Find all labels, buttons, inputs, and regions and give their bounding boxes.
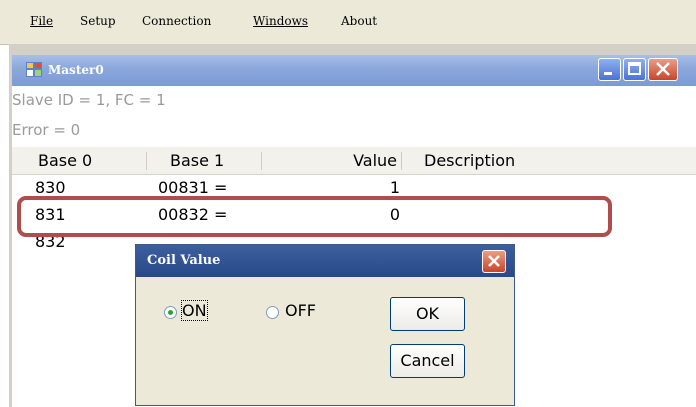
dialog-title: Coil Value bbox=[147, 253, 221, 268]
row-base0: 830 bbox=[35, 178, 66, 197]
cancel-button[interactable]: Cancel bbox=[390, 344, 465, 378]
maximize-button[interactable] bbox=[623, 58, 646, 81]
column-divider[interactable] bbox=[401, 152, 402, 170]
column-header-description[interactable]: Description bbox=[424, 151, 515, 170]
menu-windows[interactable]: Windows bbox=[253, 14, 308, 28]
column-header-base1[interactable]: Base 1 bbox=[170, 151, 224, 170]
column-header-value[interactable]: Value bbox=[310, 151, 397, 170]
window-title-bar[interactable] bbox=[12, 55, 696, 86]
window-title: Master0 bbox=[48, 63, 104, 77]
ok-button[interactable]: OK bbox=[390, 297, 465, 331]
menu-about[interactable]: About bbox=[341, 14, 377, 28]
maximize-icon bbox=[628, 62, 641, 75]
menu-setup[interactable]: Setup bbox=[80, 14, 116, 28]
app-window-icon bbox=[26, 62, 42, 77]
off-radio[interactable] bbox=[266, 306, 279, 319]
slave-info: Slave ID = 1, FC = 1 bbox=[12, 91, 166, 109]
column-header-base0[interactable]: Base 0 bbox=[38, 151, 92, 170]
minimize-icon bbox=[604, 72, 612, 75]
row-value: 1 bbox=[389, 178, 400, 197]
close-button[interactable] bbox=[648, 58, 678, 81]
off-radio-label[interactable]: OFF bbox=[285, 301, 316, 320]
row-base1: 00831 = bbox=[158, 178, 228, 197]
menu-file[interactable]: File bbox=[30, 14, 53, 28]
error-info: Error = 0 bbox=[12, 121, 81, 139]
minimize-button[interactable] bbox=[598, 58, 621, 81]
menu-bar: File Setup Connection Windows About bbox=[0, 0, 696, 45]
close-icon bbox=[656, 62, 670, 76]
on-radio[interactable] bbox=[164, 306, 177, 319]
close-icon bbox=[488, 255, 500, 267]
row-highlight-box bbox=[17, 196, 612, 237]
column-divider[interactable] bbox=[146, 152, 147, 170]
dialog-close-button[interactable] bbox=[482, 250, 506, 273]
radio-selected-dot bbox=[168, 310, 173, 315]
on-radio-label[interactable]: ON bbox=[181, 300, 208, 321]
menu-connection[interactable]: Connection bbox=[142, 14, 211, 28]
column-divider[interactable] bbox=[261, 152, 262, 170]
